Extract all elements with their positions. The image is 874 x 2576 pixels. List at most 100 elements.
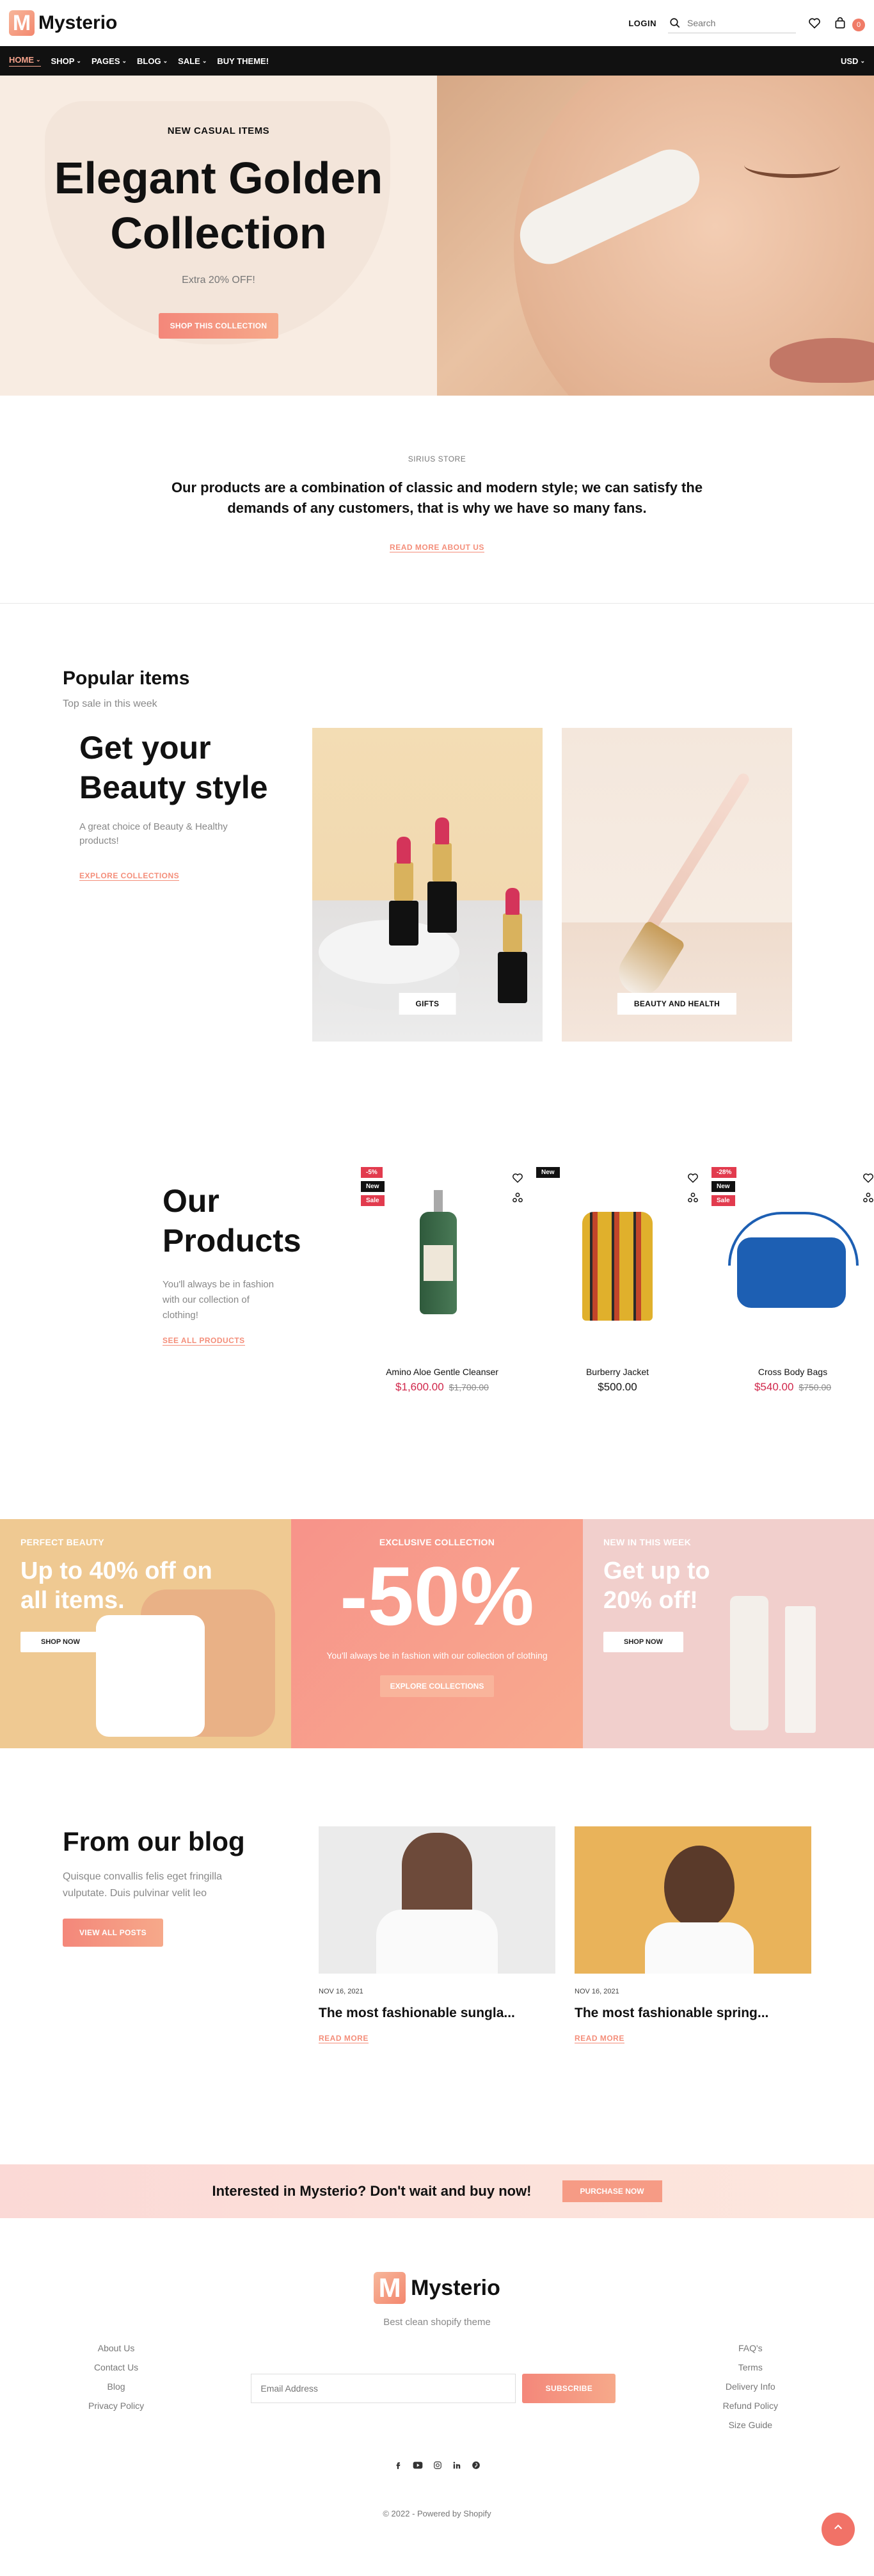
wishlist-icon[interactable] bbox=[862, 1172, 874, 1187]
email-field[interactable] bbox=[251, 2374, 516, 2403]
footer-link-contact[interactable]: Contact Us bbox=[94, 2362, 138, 2372]
search-input[interactable] bbox=[687, 17, 790, 28]
cart-icon[interactable] bbox=[833, 16, 847, 30]
product-price: $1,600.00 bbox=[395, 1381, 444, 1393]
explore-collections-button[interactable]: EXPLORE COLLECTIONS bbox=[379, 1675, 495, 1697]
sunglasses-model-image bbox=[376, 1833, 498, 1974]
blog-post-title[interactable]: The most fashionable sungla... bbox=[319, 2006, 555, 2021]
product-image[interactable]: New bbox=[536, 1167, 699, 1353]
chevron-down-icon: ⌄ bbox=[76, 57, 81, 64]
nav-item-sale[interactable]: SALE ⌄ bbox=[178, 55, 207, 67]
category-card-gifts[interactable]: GIFTS bbox=[312, 728, 543, 1042]
product-image[interactable]: -5% New Sale bbox=[361, 1167, 523, 1353]
wishlist-icon[interactable] bbox=[807, 16, 822, 30]
nav-item-pages[interactable]: PAGES ⌄ bbox=[91, 55, 127, 67]
copyright-text: © 2022 - Powered by Shopify bbox=[383, 2509, 491, 2518]
back-to-top-button[interactable] bbox=[822, 2513, 855, 2546]
site-footer: M Mysterio Best clean shopify theme Abou… bbox=[0, 2218, 874, 2563]
lipstick-image bbox=[497, 888, 527, 1003]
product-name[interactable]: Amino Aloe Gentle Cleanser bbox=[361, 1367, 523, 1377]
blog-card[interactable]: NOV 16, 2021 The most fashionable spring… bbox=[575, 1826, 811, 2164]
logo-link[interactable]: M Mysterio bbox=[9, 10, 117, 36]
pinterest-icon[interactable] bbox=[472, 2461, 481, 2472]
subscribe-button[interactable]: SUBSCRIBE bbox=[522, 2374, 616, 2403]
product-image[interactable]: -28% New Sale bbox=[711, 1167, 874, 1353]
footer-links-left: About Us Contact Us Blog Privacy Policy bbox=[88, 2343, 144, 2430]
login-link[interactable]: LOGIN bbox=[628, 19, 656, 28]
shop-now-button[interactable]: SHOP NOW bbox=[603, 1632, 683, 1652]
nav-item-buy-theme[interactable]: BUY THEME! bbox=[217, 55, 269, 67]
product-card[interactable]: -28% New Sale Cross Body Bags $540.00 $7… bbox=[711, 1167, 874, 1519]
main-nav: HOME ⌄ SHOP ⌄ PAGES ⌄ BLOG ⌄ SALE ⌄ BUY THEME… bbox=[0, 46, 874, 76]
category-label[interactable]: GIFTS bbox=[399, 993, 456, 1015]
sale-badge: Sale bbox=[361, 1195, 385, 1206]
cleanser-bottle-image bbox=[420, 1190, 457, 1314]
currency-selector[interactable]: USD ⌄ bbox=[841, 56, 865, 66]
blog-image[interactable] bbox=[575, 1826, 811, 1974]
footer-logo[interactable]: M Mysterio bbox=[0, 2218, 874, 2304]
blog-card[interactable]: NOV 16, 2021 The most fashionable sungla… bbox=[319, 1826, 555, 2164]
footer-link-about[interactable]: About Us bbox=[98, 2343, 135, 2353]
read-more-about-link[interactable]: READ MORE ABOUT US bbox=[390, 543, 484, 552]
nav-item-blog[interactable]: BLOG ⌄ bbox=[137, 55, 168, 67]
wishlist-icon[interactable] bbox=[512, 1172, 523, 1187]
read-more-link[interactable]: READ MORE bbox=[575, 2034, 624, 2043]
product-prices: $540.00 $750.00 bbox=[711, 1381, 874, 1394]
footer-link-terms[interactable]: Terms bbox=[738, 2362, 763, 2372]
blog-intro: From our blog Quisque convallis felis eg… bbox=[63, 1826, 319, 2164]
hero-title: Elegant Golden Collection bbox=[54, 153, 383, 258]
see-all-products-link[interactable]: SEE ALL PRODUCTS bbox=[163, 1336, 245, 1346]
discount-badge: -28% bbox=[711, 1167, 737, 1178]
card-actions bbox=[862, 1172, 874, 1207]
footer-link-faq[interactable]: FAQ's bbox=[738, 2343, 763, 2353]
product-name[interactable]: Burberry Jacket bbox=[536, 1367, 699, 1377]
wishlist-icon[interactable] bbox=[687, 1172, 699, 1187]
spring-model-image bbox=[645, 1846, 754, 1974]
brush-head-image bbox=[610, 919, 686, 1004]
footer-link-delivery[interactable]: Delivery Info bbox=[726, 2381, 775, 2392]
footer-link-privacy[interactable]: Privacy Policy bbox=[88, 2401, 144, 2411]
nav-item-home[interactable]: HOME ⌄ bbox=[9, 55, 41, 67]
nav-menu: HOME ⌄ SHOP ⌄ PAGES ⌄ BLOG ⌄ SALE ⌄ BUY THEME… bbox=[9, 55, 269, 67]
chevron-down-icon: ⌄ bbox=[163, 57, 168, 64]
blog-section: From our blog Quisque convallis felis eg… bbox=[0, 1748, 874, 2164]
product-card[interactable]: New Burberry Jacket $500.00 bbox=[536, 1167, 699, 1519]
blog-post-title[interactable]: The most fashionable spring... bbox=[575, 2006, 811, 2021]
nav-item-shop[interactable]: SHOP ⌄ bbox=[51, 55, 81, 67]
popular-heading: Get your Beauty style bbox=[79, 730, 268, 805]
promo-discount: -50% bbox=[340, 1549, 534, 1643]
blog-image[interactable] bbox=[319, 1826, 555, 1974]
purchase-now-button[interactable]: PURCHASE NOW bbox=[562, 2180, 662, 2202]
footer-link-size-guide[interactable]: Size Guide bbox=[729, 2420, 772, 2430]
product-prices: $500.00 bbox=[536, 1381, 699, 1394]
facebook-icon[interactable] bbox=[393, 2461, 402, 2472]
header-actions: LOGIN 0 bbox=[628, 13, 865, 33]
view-all-posts-button[interactable]: VIEW ALL POSTS bbox=[63, 1919, 163, 1947]
brush-image bbox=[639, 771, 752, 940]
compare-icon[interactable] bbox=[512, 1192, 523, 1207]
shop-now-button[interactable]: SHOP NOW bbox=[20, 1632, 100, 1652]
linkedin-icon[interactable] bbox=[452, 2461, 461, 2472]
shop-collection-button[interactable]: SHOP THIS COLLECTION bbox=[158, 313, 279, 339]
footer-link-blog[interactable]: Blog bbox=[107, 2381, 125, 2392]
nav-item-label: BUY THEME! bbox=[217, 56, 269, 66]
product-name[interactable]: Cross Body Bags bbox=[711, 1367, 874, 1377]
instagram-icon[interactable] bbox=[433, 2461, 442, 2472]
logo-mark: M bbox=[374, 2272, 406, 2304]
search-icon[interactable] bbox=[668, 16, 682, 30]
footer-link-refund[interactable]: Refund Policy bbox=[723, 2401, 778, 2411]
sale-badge: Sale bbox=[711, 1195, 735, 1206]
cream-tubes-image bbox=[730, 1596, 768, 1730]
category-card-beauty-health[interactable]: BEAUTY AND HEALTH bbox=[561, 728, 792, 1042]
compare-icon[interactable] bbox=[687, 1192, 699, 1207]
product-card[interactable]: -5% New Sale Amino Aloe Gentle Cleanser … bbox=[361, 1167, 523, 1519]
explore-collections-link[interactable]: EXPLORE COLLECTIONS bbox=[79, 871, 180, 881]
chevron-down-icon: ⌄ bbox=[202, 57, 207, 64]
read-more-link[interactable]: READ MORE bbox=[319, 2034, 369, 2043]
hero-content: NEW CASUAL ITEMS Elegant Golden Collecti… bbox=[0, 76, 437, 396]
promo-exclusive: EXCLUSIVE COLLECTION -50% You'll always … bbox=[291, 1519, 583, 1748]
new-badge: New bbox=[711, 1181, 735, 1192]
youtube-icon[interactable] bbox=[413, 2461, 423, 2472]
compare-icon[interactable] bbox=[862, 1192, 874, 1207]
category-label[interactable]: BEAUTY AND HEALTH bbox=[617, 993, 737, 1015]
